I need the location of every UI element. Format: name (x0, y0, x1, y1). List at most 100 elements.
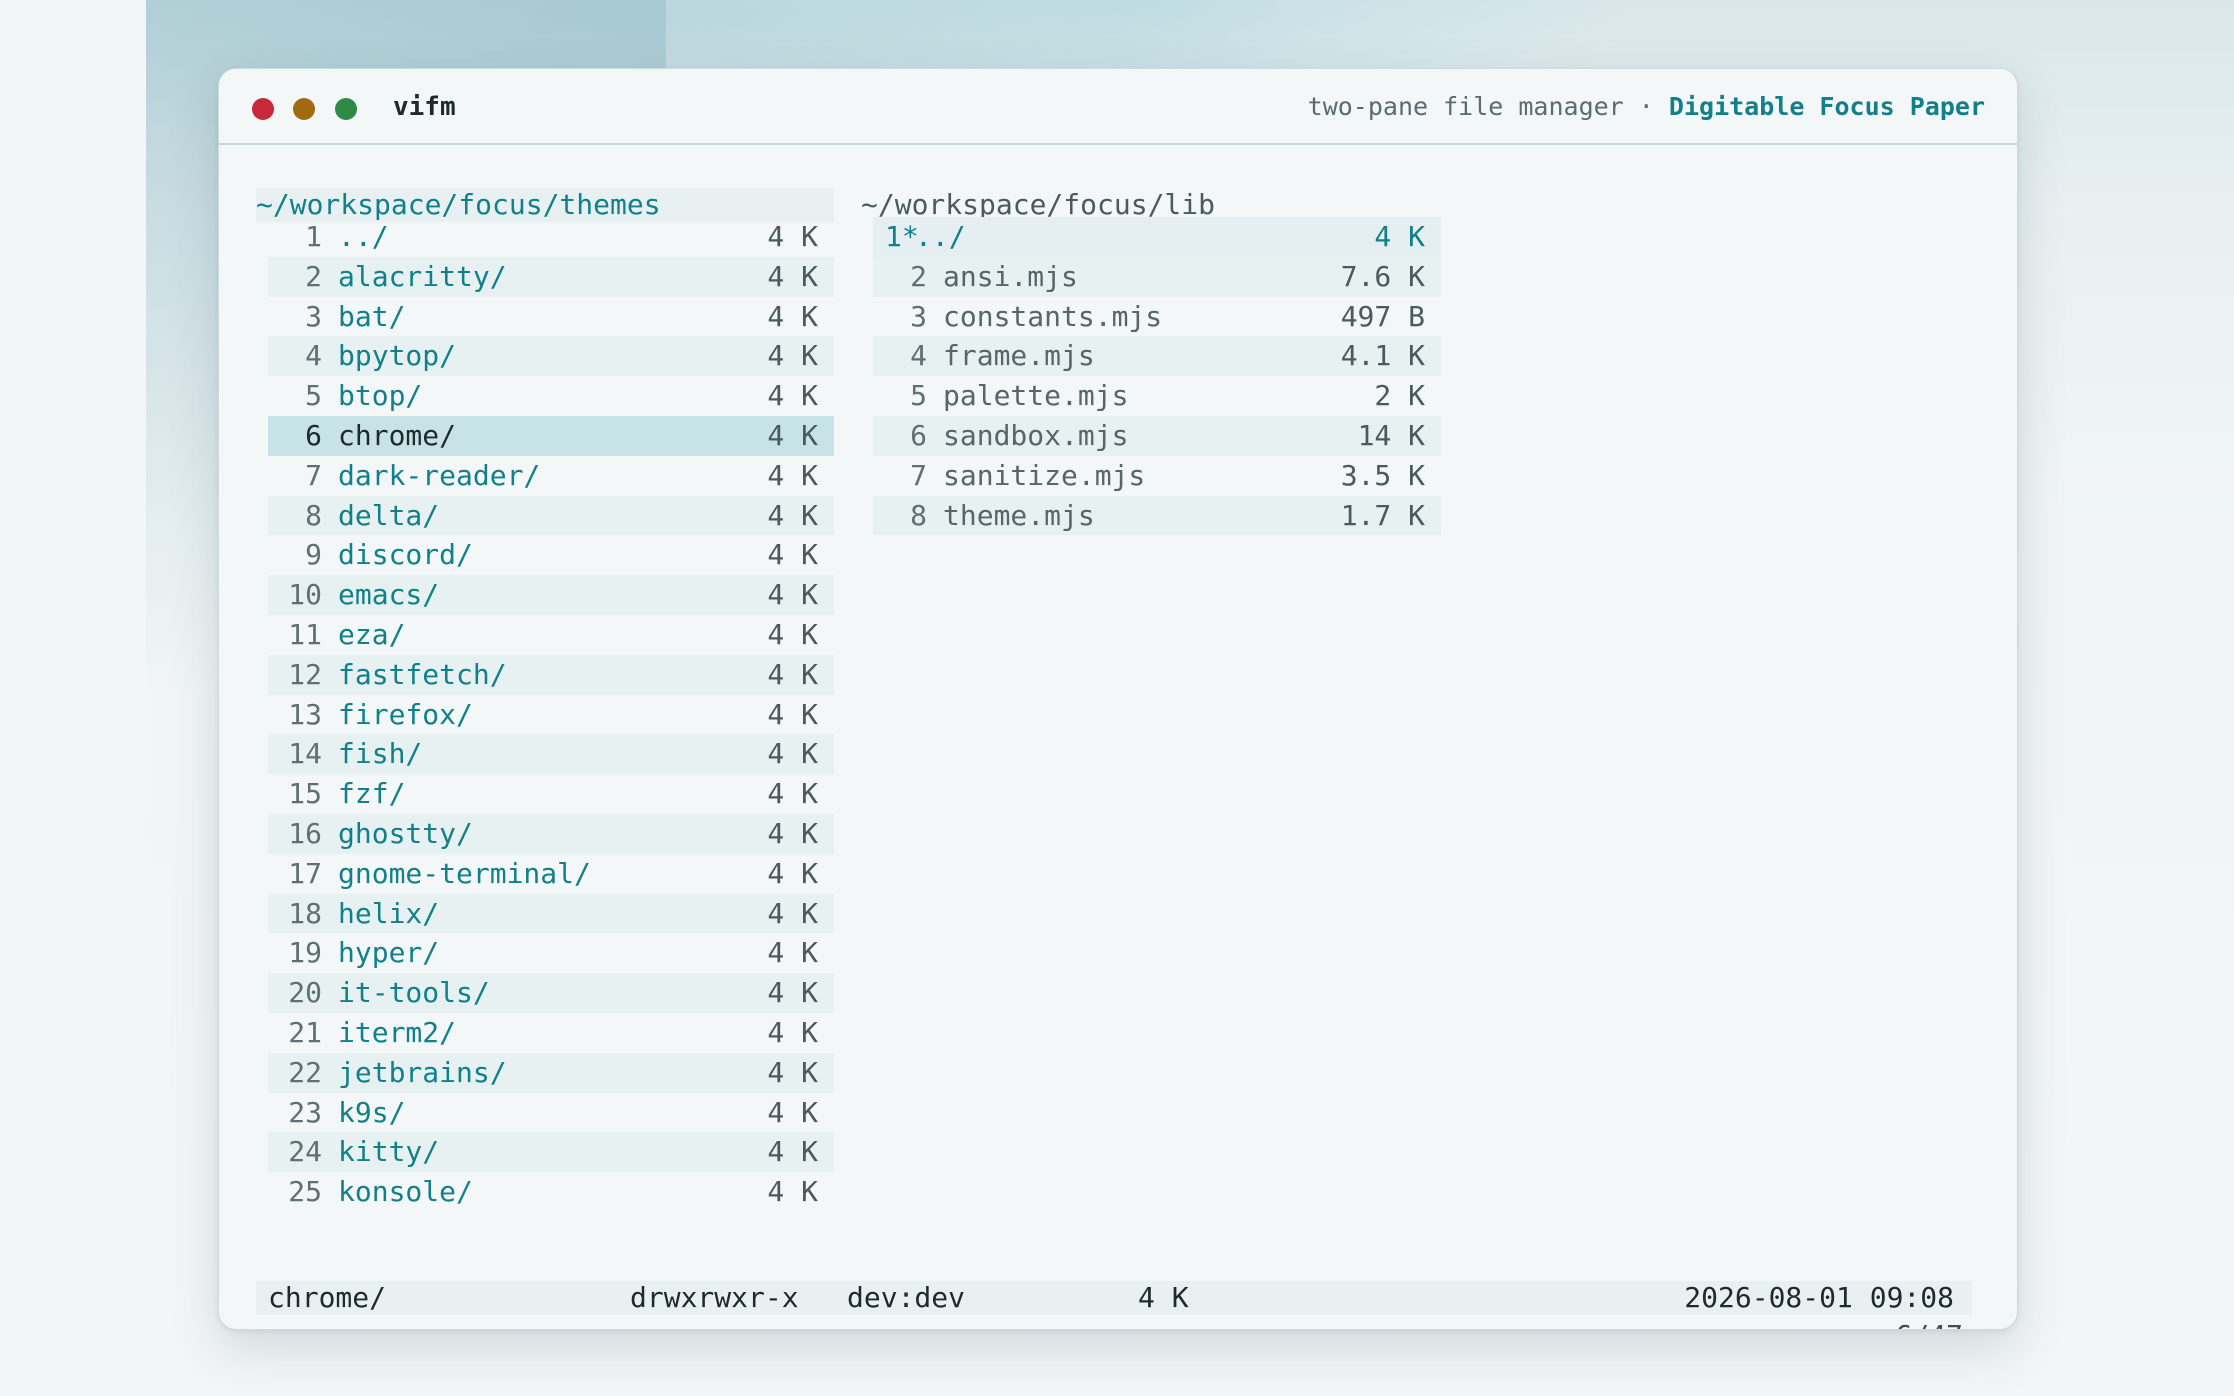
row-number: 24 (288, 1135, 322, 1169)
row-number: 21 (288, 1015, 322, 1049)
status-modified: 2026-08-01 09:08 (1684, 1281, 1954, 1314)
file-row[interactable]: 2 alacritty/4 K (268, 256, 834, 297)
row-number: 3 (305, 299, 322, 333)
file-row[interactable]: 24 kitty/4 K (268, 1132, 834, 1173)
file-row[interactable]: 22 jetbrains/4 K (268, 1052, 834, 1093)
row-number: 8 (910, 498, 927, 532)
file-row[interactable]: 18 helix/4 K (268, 893, 834, 934)
position-counter: 6/47 (1896, 1319, 1963, 1329)
window-subtitle: two-pane file manager · Digitable Focus … (1308, 90, 1985, 124)
file-row[interactable]: 5 btop/4 K (268, 376, 834, 416)
vifm-screen: ~/workspace/focus/themes 1 ../4 K 2 alacrit… (219, 145, 2017, 1329)
file-size: 4 K (767, 379, 818, 413)
row-number: 12 (288, 657, 322, 691)
theme-name: Digitable Focus Paper (1668, 92, 1985, 121)
file-row[interactable]: 20 it-tools/4 K (268, 973, 834, 1013)
file-row[interactable]: 5 palette.mjs 2 K (873, 376, 1441, 416)
file-row[interactable]: 6 sandbox.mjs 14 K (873, 415, 1441, 456)
file-row[interactable]: 19 hyper/4 K (268, 933, 834, 973)
directory-name: bat/ (338, 299, 406, 333)
directory-name: jetbrains/ (338, 1055, 507, 1089)
file-row[interactable]: 9 discord/4 K (268, 535, 834, 575)
row-number: 6 (305, 418, 322, 452)
file-row[interactable]: 1* ../4 K (873, 217, 1441, 257)
file-row[interactable]: 3 constants.mjs 497 B (873, 297, 1441, 337)
file-row[interactable]: 17 gnome-terminal/4 K (268, 854, 834, 894)
directory-name: it-tools/ (338, 976, 490, 1010)
row-number: 20 (288, 976, 322, 1010)
file-row[interactable]: 21 iterm2/4 K (268, 1013, 834, 1053)
close-button[interactable] (252, 98, 274, 120)
file-size: 4 K (767, 1015, 818, 1049)
file-size: 4 K (767, 697, 818, 731)
file-name: theme.mjs (943, 498, 1095, 532)
row-number: 5 (910, 379, 927, 413)
minimize-button[interactable] (293, 98, 315, 120)
file-row[interactable]: 13 firefox/4 K (268, 695, 834, 735)
row-number: 7 (910, 458, 927, 492)
row-number: 11 (288, 617, 322, 651)
row-number: 16 (288, 816, 322, 850)
status-line: chrome/ drwxrwxr-x dev:dev 4 K 2026-08-0… (256, 1281, 1972, 1315)
file-row[interactable]: 7 dark-reader/4 K (268, 456, 834, 496)
file-size: 4 K (767, 220, 818, 253)
file-size: 4 K (767, 339, 818, 373)
row-number: 13 (288, 697, 322, 731)
maximize-button[interactable] (335, 98, 357, 120)
file-size: 3.5 K (1340, 458, 1425, 492)
title-separator: · (1638, 92, 1654, 121)
file-size: 1.7 K (1340, 498, 1425, 532)
file-row[interactable]: 11 eza/4 K (268, 615, 834, 655)
directory-name: gnome-terminal/ (338, 856, 591, 890)
row-number: 18 (288, 896, 322, 930)
row-number: 25 (288, 1175, 322, 1209)
row-number: 3 (910, 299, 927, 333)
file-row[interactable]: 4 frame.mjs 4.1 K (873, 336, 1441, 377)
directory-name: kitty/ (338, 1135, 440, 1169)
file-row[interactable]: 10 emacs/4 K (268, 575, 834, 615)
directory-name: delta/ (338, 498, 440, 532)
row-number: 2 (910, 259, 927, 293)
row-number: 19 (288, 936, 322, 970)
file-row[interactable]: 8 theme.mjs 1.7 K (873, 495, 1441, 536)
file-size: 4 K (767, 816, 818, 850)
file-size: 4 K (767, 418, 818, 452)
file-row[interactable]: 15 fzf/4 K (268, 774, 834, 814)
right-pane-list: 1* ../4 K 2 ansi.mjs 7.6 K 3 constants.mjs 497 … (873, 217, 1441, 536)
row-number: 8 (305, 498, 322, 532)
file-row[interactable]: 16 ghostty/4 K (268, 813, 834, 854)
file-row[interactable]: 2 ansi.mjs 7.6 K (873, 256, 1441, 297)
file-name: palette.mjs (943, 379, 1129, 413)
file-row[interactable]: 3 bat/4 K (268, 297, 834, 337)
file-name: frame.mjs (943, 339, 1095, 373)
file-row[interactable]: 8 delta/4 K (268, 495, 834, 536)
row-number: 1 (305, 220, 322, 253)
file-name: ansi.mjs (943, 259, 1078, 293)
title-bar: vifm two-pane file manager · Digitable F… (219, 69, 2017, 145)
file-row[interactable]: 23 k9s/4 K (268, 1093, 834, 1133)
row-number: 6 (910, 418, 927, 452)
file-row[interactable]: 7 sanitize.mjs 3.5 K (873, 456, 1441, 496)
file-size: 4 K (767, 856, 818, 890)
left-pane-list: 1 ../ 4 K 2 alacritty/4 K 3 bat/4 K 4 bpytop/4 K… (268, 217, 834, 1212)
file-row[interactable]: 1 ../ 4 K (268, 217, 834, 257)
directory-name: iterm2/ (338, 1015, 457, 1049)
status-size: 4 K (1138, 1281, 1189, 1314)
directory-name: hyper/ (338, 936, 440, 970)
directory-name: k9s/ (338, 1095, 406, 1129)
directory-name: chrome/ (338, 418, 457, 452)
file-row[interactable]: 4 bpytop/4 K (268, 336, 834, 377)
file-name: sanitize.mjs (943, 458, 1146, 492)
file-row[interactable]: 25 konsole/4 K (268, 1172, 834, 1212)
file-name: sandbox.mjs (943, 418, 1129, 452)
file-row[interactable]: 14 fish/4 K (268, 734, 834, 775)
directory-name: firefox/ (338, 697, 473, 731)
directory-name: eza/ (338, 617, 406, 651)
file-size: 4 K (767, 538, 818, 572)
directory-name: fastfetch/ (338, 657, 507, 691)
row-number: 4 (910, 339, 927, 373)
file-row[interactable]: 6 chrome/4 K (268, 415, 834, 456)
row-number: 5 (305, 379, 322, 413)
file-size: 4 K (767, 657, 818, 691)
file-row[interactable]: 12 fastfetch/4 K (268, 654, 834, 695)
